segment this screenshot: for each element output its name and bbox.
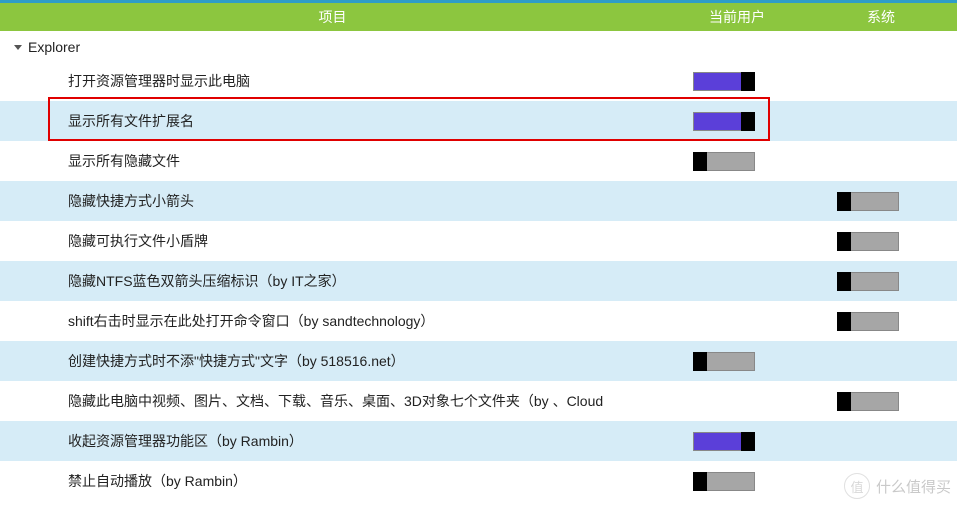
toggle-knob xyxy=(741,432,755,451)
watermark-icon: 值 xyxy=(844,473,870,499)
toggle-knob xyxy=(693,152,707,171)
toggle-switch[interactable] xyxy=(837,232,899,251)
toggle-switch[interactable] xyxy=(837,312,899,331)
cell-system xyxy=(809,312,953,331)
watermark-text: 什么值得买 xyxy=(876,476,951,497)
setting-row: 隐藏NTFS蓝色双箭头压缩标识（by IT之家） xyxy=(0,261,957,301)
header-system: 系统 xyxy=(809,7,953,27)
setting-row: shift右击时显示在此处打开命令窗口（by sandtechnology） xyxy=(0,301,957,341)
cell-user xyxy=(665,352,809,371)
toggle-knob xyxy=(693,472,707,491)
setting-label: 创建快捷方式时不添"快捷方式"文字（by 518516.net） xyxy=(0,351,665,371)
cell-system xyxy=(809,192,953,211)
setting-row: 显示所有文件扩展名 xyxy=(0,101,957,141)
toggle-knob xyxy=(693,352,707,371)
setting-row: 隐藏快捷方式小箭头 xyxy=(0,181,957,221)
toggle-switch[interactable] xyxy=(837,192,899,211)
setting-label: 隐藏NTFS蓝色双箭头压缩标识（by IT之家） xyxy=(0,271,665,291)
setting-row: 禁止自动播放（by Rambin） xyxy=(0,461,957,501)
settings-rows: 打开资源管理器时显示此电脑显示所有文件扩展名显示所有隐藏文件隐藏快捷方式小箭头隐… xyxy=(0,61,957,501)
toggle-switch[interactable] xyxy=(693,472,755,491)
toggle-switch[interactable] xyxy=(693,112,755,131)
cell-user xyxy=(665,152,809,171)
setting-row: 隐藏可执行文件小盾牌 xyxy=(0,221,957,261)
setting-row: 收起资源管理器功能区（by Rambin） xyxy=(0,421,957,461)
setting-label: 显示所有文件扩展名 xyxy=(0,111,665,131)
toggle-knob xyxy=(741,72,755,91)
setting-label: 隐藏可执行文件小盾牌 xyxy=(0,231,665,251)
cell-system xyxy=(809,272,953,291)
toggle-knob xyxy=(837,312,851,331)
collapse-icon xyxy=(14,45,22,50)
setting-row: 隐藏此电脑中视频、图片、文档、下载、音乐、桌面、3D对象七个文件夹（by 、Cl… xyxy=(0,381,957,421)
setting-label: 禁止自动播放（by Rambin） xyxy=(0,471,665,491)
header-user: 当前用户 xyxy=(665,7,809,27)
cell-user xyxy=(665,472,809,491)
section-title: Explorer xyxy=(28,39,80,55)
toggle-switch[interactable] xyxy=(837,272,899,291)
cell-system xyxy=(809,392,953,411)
toggle-knob xyxy=(837,232,851,251)
cell-user xyxy=(665,432,809,451)
header-item: 项目 xyxy=(0,7,665,27)
toggle-switch[interactable] xyxy=(693,152,755,171)
toggle-knob xyxy=(741,112,755,131)
settings-panel: 项目 当前用户 系统 Explorer 打开资源管理器时显示此电脑显示所有文件扩… xyxy=(0,0,957,501)
toggle-switch[interactable] xyxy=(693,352,755,371)
setting-row: 打开资源管理器时显示此电脑 xyxy=(0,61,957,101)
cell-system xyxy=(809,232,953,251)
setting-label: 隐藏快捷方式小箭头 xyxy=(0,191,665,211)
setting-label: 打开资源管理器时显示此电脑 xyxy=(0,71,665,91)
section-explorer[interactable]: Explorer xyxy=(0,31,957,61)
toggle-switch[interactable] xyxy=(693,72,755,91)
setting-label: 收起资源管理器功能区（by Rambin） xyxy=(0,431,665,451)
setting-label: shift右击时显示在此处打开命令窗口（by sandtechnology） xyxy=(0,311,665,331)
cell-user xyxy=(665,112,809,131)
toggle-switch[interactable] xyxy=(693,432,755,451)
toggle-switch[interactable] xyxy=(837,392,899,411)
watermark: 值 什么值得买 xyxy=(844,473,951,499)
setting-row: 显示所有隐藏文件 xyxy=(0,141,957,181)
setting-label: 隐藏此电脑中视频、图片、文档、下载、音乐、桌面、3D对象七个文件夹（by 、Cl… xyxy=(0,391,665,411)
setting-row: 创建快捷方式时不添"快捷方式"文字（by 518516.net） xyxy=(0,341,957,381)
table-header: 项目 当前用户 系统 xyxy=(0,3,957,31)
toggle-knob xyxy=(837,272,851,291)
setting-label: 显示所有隐藏文件 xyxy=(0,151,665,171)
toggle-knob xyxy=(837,392,851,411)
cell-user xyxy=(665,72,809,91)
toggle-knob xyxy=(837,192,851,211)
